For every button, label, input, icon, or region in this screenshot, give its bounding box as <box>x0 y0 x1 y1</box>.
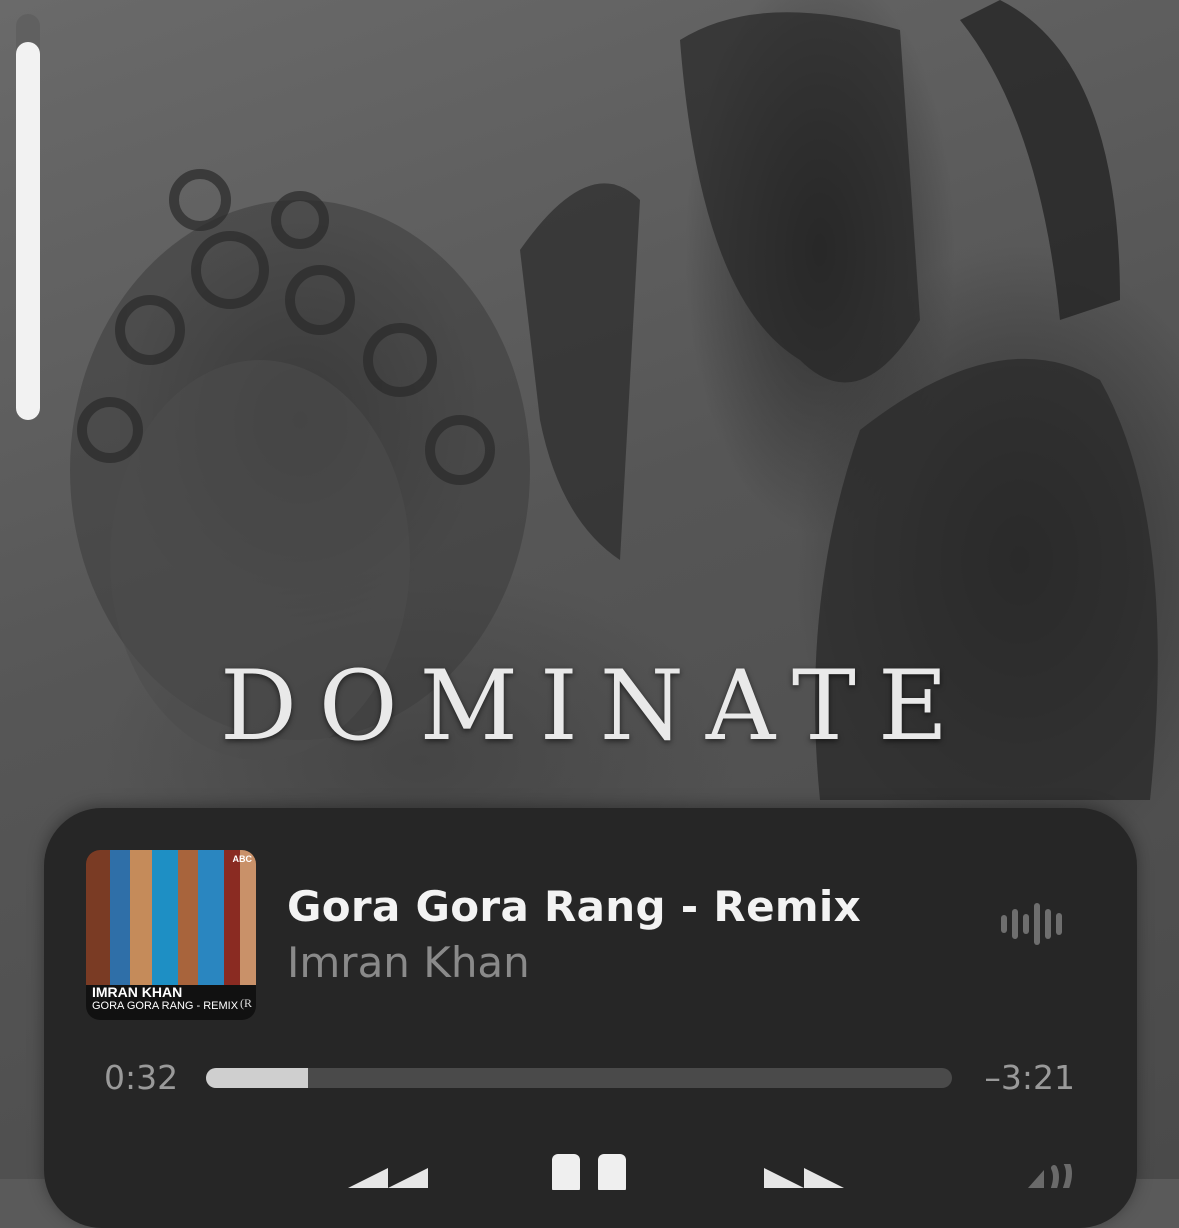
rewind-icon[interactable] <box>344 1158 434 1188</box>
artwork-title-text: DOMINATE <box>219 650 971 762</box>
song-title[interactable]: Gora Gora Rang - Remix <box>287 882 861 931</box>
now-playing-card: ABC IMRAN KHAN GORA GORA RANG - REMIX (R… <box>44 808 1137 1228</box>
progress-fill <box>206 1068 309 1088</box>
remaining-time: –3:21 <box>984 1058 1075 1097</box>
artwork-label-logo: ABC <box>232 854 253 864</box>
artwork-panel <box>224 850 240 985</box>
artwork-artist-text: IMRAN KHAN <box>92 984 183 1000</box>
progress-scrubber[interactable] <box>206 1068 952 1088</box>
artwork-panel <box>178 850 198 985</box>
elapsed-time: 0:32 <box>104 1058 179 1097</box>
artwork-panel <box>130 850 152 985</box>
artwork-title-text: GORA GORA RANG - REMIX <box>92 1000 239 1012</box>
artwork-label-mark: (R <box>240 996 252 1010</box>
artwork-panel <box>240 850 256 985</box>
pause-icon[interactable] <box>552 1150 632 1190</box>
fast-forward-icon[interactable] <box>760 1158 850 1188</box>
volume-slider-fill <box>16 42 40 420</box>
artwork-panel <box>152 850 178 985</box>
artwork-panel <box>86 850 110 985</box>
album-artwork[interactable]: ABC IMRAN KHAN GORA GORA RANG - REMIX (R <box>86 850 256 1020</box>
volume-slider[interactable] <box>16 14 40 420</box>
speaker-icon[interactable] <box>1010 1164 1080 1188</box>
artist-name[interactable]: Imran Khan <box>287 938 530 987</box>
artwork-panel <box>198 850 224 985</box>
waveform-icon[interactable] <box>1000 902 1066 946</box>
artwork-panel <box>110 850 130 985</box>
